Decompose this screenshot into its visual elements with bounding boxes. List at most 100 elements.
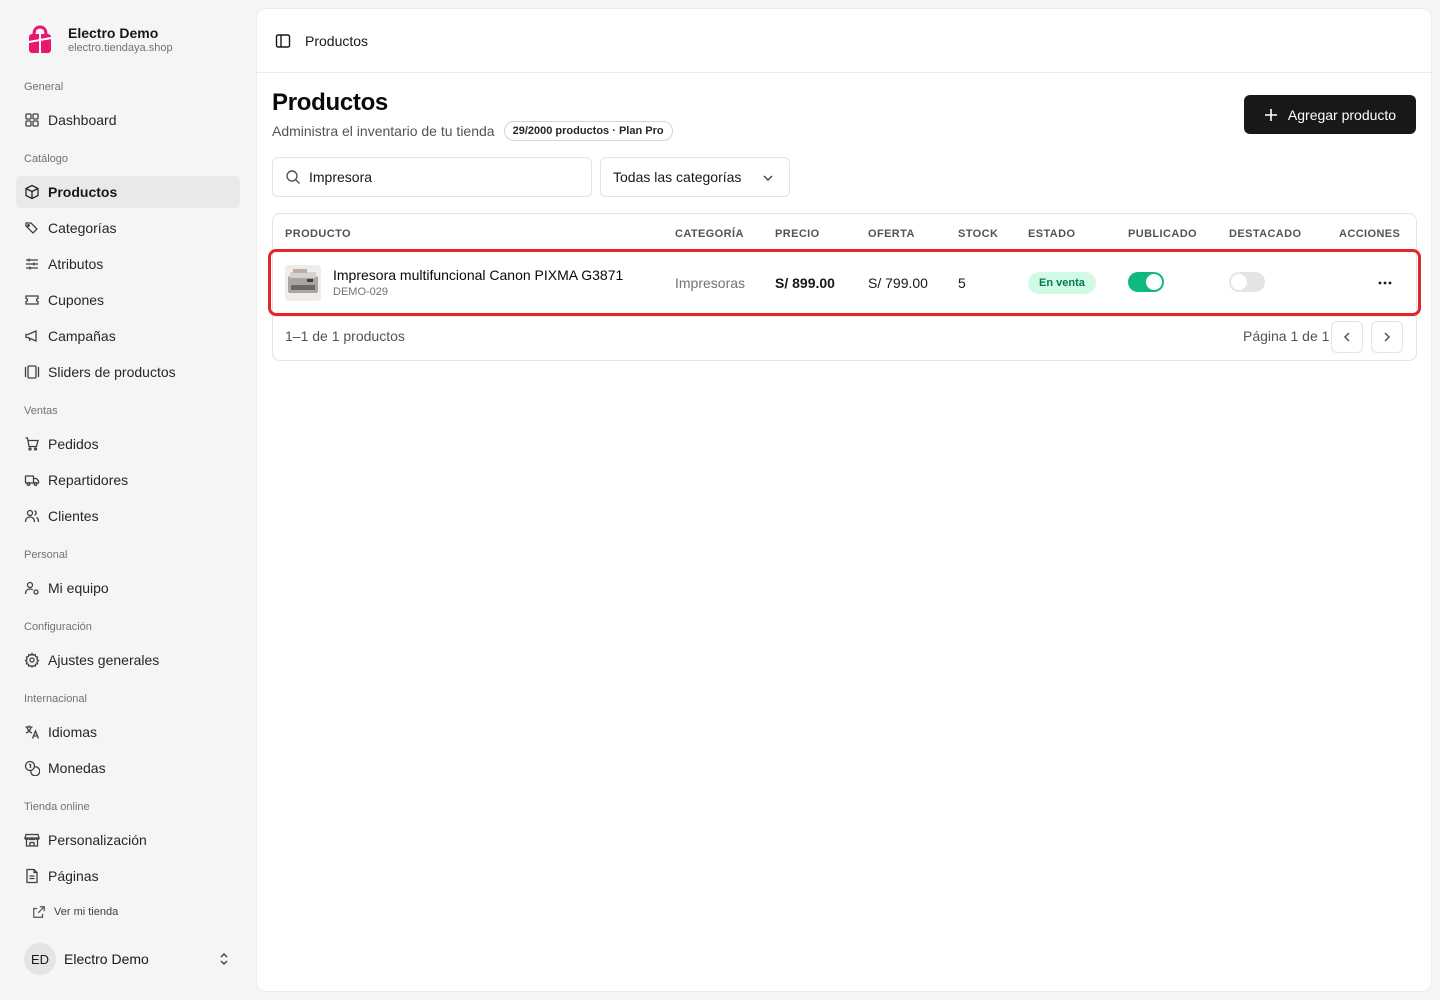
col-header-oferta: OFERTA — [868, 228, 915, 240]
sidebar-toggle-icon[interactable] — [275, 33, 291, 49]
product-price: S/ 899.00 — [775, 275, 835, 291]
main-panel: Productos Productos Administra el invent… — [256, 8, 1432, 992]
sidebar-item-label: Ajustes generales — [48, 652, 160, 668]
search-input[interactable] — [309, 169, 569, 185]
sidebar-item-categorias[interactable]: Categorías — [16, 212, 240, 244]
section-personal: Personal — [24, 549, 68, 561]
chevron-right-icon — [1384, 332, 1391, 342]
sidebar-item-campanas[interactable]: Campañas — [16, 320, 240, 352]
coins-icon — [24, 760, 40, 776]
user-menu[interactable]: ED Electro Demo — [24, 943, 240, 975]
store-icon — [24, 832, 40, 848]
toggle-knob — [1146, 274, 1162, 290]
users-icon — [24, 508, 40, 524]
sidebar-item-label: Monedas — [48, 760, 106, 776]
search-box[interactable] — [272, 157, 592, 197]
page-info: Página 1 de 1 — [1243, 328, 1330, 344]
col-header-destacado: DESTACADO — [1229, 228, 1302, 240]
page-title: Productos — [272, 89, 388, 116]
plan-badge: 29/2000 productos · Plan Pro — [503, 121, 673, 141]
search-icon — [286, 170, 300, 184]
sidebar-item-sliders[interactable]: Sliders de productos — [16, 356, 240, 388]
external-link-icon — [33, 906, 45, 918]
brand-name: Electro Demo — [68, 25, 159, 41]
product-offer: S/ 799.00 — [868, 275, 928, 291]
sidebar-item-repartidores[interactable]: Repartidores — [16, 464, 240, 496]
sidebar-item-label: Sliders de productos — [48, 364, 176, 380]
sidebar-item-dashboard[interactable]: Dashboard — [16, 104, 240, 136]
view-store-label: Ver mi tienda — [54, 906, 119, 918]
published-toggle[interactable] — [1128, 272, 1164, 292]
chevron-left-icon — [1343, 332, 1350, 342]
product-stock: 5 — [958, 275, 966, 291]
section-configuracion: Configuración — [24, 621, 92, 633]
row-actions-button[interactable] — [1373, 274, 1397, 292]
brand-url: electro.tiendaya.shop — [68, 42, 173, 54]
section-catalogo: Catálogo — [24, 153, 69, 165]
topbar: Productos — [257, 9, 1431, 73]
sidebar-item-cupones[interactable]: Cupones — [16, 284, 240, 316]
section-internacional: Internacional — [24, 693, 87, 705]
product-category: Impresoras — [675, 275, 746, 291]
gallery-icon — [24, 364, 40, 380]
user-cog-icon — [24, 580, 40, 596]
sidebar-item-personalizacion[interactable]: Personalización — [16, 824, 240, 856]
sidebar-item-ajustes[interactable]: Ajustes generales — [16, 644, 240, 676]
megaphone-icon — [24, 328, 40, 344]
section-ventas: Ventas — [24, 405, 58, 417]
sidebar-item-productos[interactable]: Productos — [16, 176, 240, 208]
plus-icon — [1264, 108, 1277, 121]
sidebar-item-label: Pedidos — [48, 436, 99, 452]
col-header-estado: ESTADO — [1028, 228, 1076, 240]
status-badge: En venta — [1028, 272, 1096, 294]
toggle-knob — [1231, 274, 1247, 290]
chevron-down-icon — [763, 175, 773, 181]
add-product-label: Agregar producto — [1287, 106, 1397, 123]
row-divider — [273, 316, 1416, 317]
add-product-button[interactable]: Agregar producto — [1244, 95, 1416, 134]
sidebar-item-monedas[interactable]: Monedas — [16, 752, 240, 784]
category-select[interactable]: Todas las categorías — [600, 157, 790, 197]
chevron-up-down-icon — [220, 953, 228, 965]
view-store-link[interactable]: Ver mi tienda — [32, 905, 118, 919]
featured-toggle[interactable] — [1229, 272, 1265, 292]
shopping-bag-logo-icon — [28, 25, 52, 53]
gear-icon — [24, 652, 40, 668]
sidebar-item-atributos[interactable]: Atributos — [16, 248, 240, 280]
sidebar-item-clientes[interactable]: Clientes — [16, 500, 240, 532]
sidebar-item-label: Idiomas — [48, 724, 98, 740]
section-general: General — [24, 81, 64, 93]
sidebar: Electro Demo electro.tiendaya.shop Gener… — [0, 0, 256, 1000]
grid-icon — [24, 112, 40, 128]
col-header-publicado: PUBLICADO — [1128, 228, 1197, 240]
sidebar-item-pedidos[interactable]: Pedidos — [16, 428, 240, 460]
sidebar-item-label: Campañas — [48, 328, 116, 344]
results-count: 1–1 de 1 productos — [285, 328, 405, 344]
more-horizontal-icon — [1378, 281, 1392, 285]
languages-icon — [24, 724, 40, 740]
page-subtitle: Administra el inventario de tu tienda — [272, 123, 495, 139]
cart-icon — [24, 436, 40, 452]
sidebar-item-idiomas[interactable]: Idiomas — [16, 716, 240, 748]
file-icon — [24, 868, 40, 884]
breadcrumb: Productos — [305, 32, 369, 49]
sidebar-item-label: Páginas — [48, 868, 99, 884]
product-thumbnail — [285, 265, 321, 301]
brand[interactable]: Electro Demo electro.tiendaya.shop — [24, 24, 173, 56]
sidebar-item-label: Categorías — [48, 220, 117, 236]
product-sku: DEMO-029 — [333, 286, 389, 298]
col-header-categoria: CATEGORÍA — [675, 228, 744, 240]
category-select-value: Todas las categorías — [613, 169, 742, 185]
section-tienda-online: Tienda online — [24, 801, 90, 813]
sidebar-item-mi-equipo[interactable]: Mi equipo — [16, 572, 240, 604]
ticket-icon — [24, 292, 40, 308]
product-name[interactable]: Impresora multifuncional Canon PIXMA G38… — [333, 267, 623, 283]
printer-image-icon — [285, 265, 321, 301]
sidebar-item-paginas[interactable]: Páginas — [16, 860, 240, 892]
next-page-button[interactable] — [1371, 321, 1403, 353]
sidebar-item-label: Personalización — [48, 832, 147, 848]
sidebar-item-label: Cupones — [48, 292, 105, 308]
prev-page-button[interactable] — [1331, 321, 1363, 353]
box-icon — [24, 184, 40, 200]
avatar: ED — [24, 943, 56, 975]
